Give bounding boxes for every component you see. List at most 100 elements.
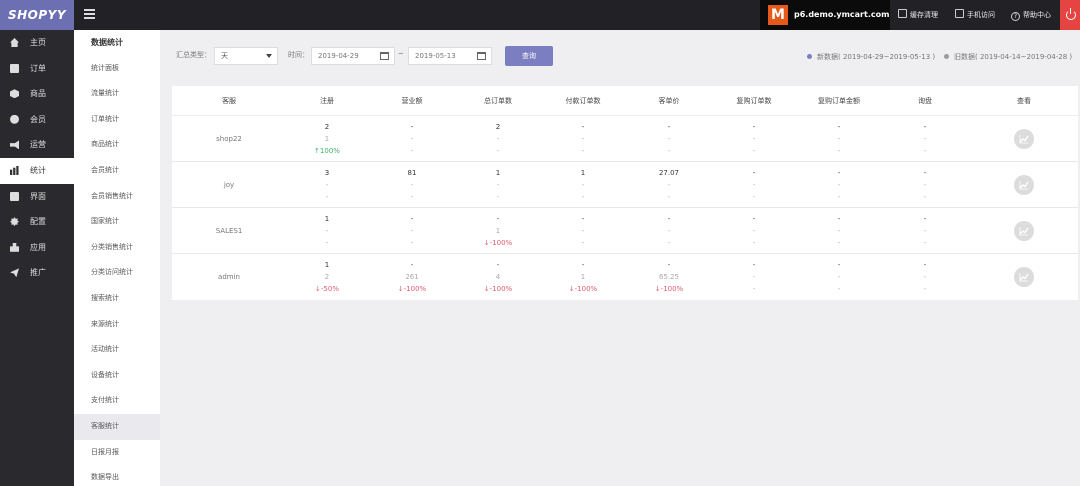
clear-cache-link[interactable]: 缓存清理 [898, 0, 938, 30]
column-header: 客单价 [658, 97, 680, 105]
subnav-item-source[interactable]: 来源统计 [74, 312, 160, 338]
mobile-access-link[interactable]: 手机访问 [955, 0, 995, 30]
shopyy-logo[interactable]: SHOPYY [0, 0, 74, 30]
help-center-link[interactable]: ? 帮助中心 [1011, 0, 1051, 30]
logout-power-icon[interactable] [1060, 0, 1080, 30]
subnav-item-orders[interactable]: 订单统计 [74, 107, 160, 133]
metric-cell: 2 1 ↑100% [297, 121, 357, 157]
old-value: - [667, 135, 671, 143]
end-date-input[interactable]: 2019-05-13 [408, 47, 492, 65]
subnav-item-members[interactable]: 会员统计 [74, 158, 160, 184]
mobile-icon [955, 9, 964, 18]
old-value: - [667, 181, 671, 189]
metric-cell: 1 2 ↓-50% [297, 259, 357, 295]
view-trend-button[interactable] [1014, 221, 1034, 241]
table-row: shop22 2 1 ↑100% - - - 2 - - - - - - - - - - - - - - - - - [172, 116, 1078, 162]
subnav-item-products[interactable]: 商品统计 [74, 132, 160, 158]
metric-cell: - - - [382, 121, 442, 157]
subnav-item-activity[interactable]: 活动统计 [74, 337, 160, 363]
subnav-item-payment[interactable]: 支付统计 [74, 388, 160, 414]
metric-cell: - - - [895, 213, 955, 249]
metric-cell: - - - [809, 213, 869, 249]
metric-cell: - - - [382, 213, 442, 249]
new-value: - [752, 169, 756, 177]
help-icon: ? [1011, 12, 1020, 21]
sidebar-item-interface[interactable]: 界面 [0, 184, 74, 210]
window-icon [10, 191, 19, 201]
start-date-input[interactable]: 2019-04-29 [311, 47, 395, 65]
metric-cell: - - - [809, 259, 869, 295]
change-percent: - [496, 147, 500, 155]
old-value: - [410, 181, 414, 189]
column-header: 复购订单金额 [818, 97, 860, 105]
subnav-item-country[interactable]: 国家统计 [74, 209, 160, 235]
legend-old-data[interactable]: 旧数据( 2019-04-14~2019-04-28 ) [944, 52, 1072, 62]
member-icon [10, 114, 19, 124]
view-trend-button[interactable] [1014, 129, 1034, 149]
subnav-item-member-sales[interactable]: 会员销售统计 [74, 184, 160, 210]
sidebar-item-statistics[interactable]: 统计 [0, 157, 74, 184]
metric-cell: - 261 ↓-100% [382, 259, 442, 295]
new-value: - [923, 169, 927, 177]
agent-name: SALES1 [215, 227, 243, 235]
column-header: 客服 [222, 97, 236, 105]
new-value: 27.07 [658, 169, 680, 177]
summary-type-label: 汇总类型： [176, 51, 211, 59]
old-value: - [496, 181, 500, 189]
new-value: 3 [324, 169, 330, 177]
trash-icon [898, 9, 907, 18]
subnav-item-daily-monthly[interactable]: 日报月报 [74, 440, 160, 466]
sidebar-item-home[interactable]: 主页 [0, 30, 74, 56]
subnav-item-device[interactable]: 设备统计 [74, 363, 160, 389]
sidebar-item-members[interactable]: 会员 [0, 107, 74, 133]
view-trend-button[interactable] [1014, 175, 1034, 195]
old-value: - [837, 181, 841, 189]
legend-new-data[interactable]: 新数据( 2019-04-29~2019-05-13 ) [807, 52, 935, 62]
change-percent: - [837, 239, 841, 247]
subnav-item-export[interactable]: 数据导出 [74, 465, 160, 486]
subnav-item-customer-service[interactable]: 客服统计 [74, 413, 160, 440]
metric-cell: - - - [895, 121, 955, 157]
view-trend-button[interactable] [1014, 267, 1034, 287]
metric-cell: - 1 ↓-100% [553, 259, 613, 295]
old-value: - [581, 227, 585, 235]
menu-toggle-icon[interactable] [84, 9, 95, 20]
subnav-item-search[interactable]: 搜索统计 [74, 286, 160, 312]
order-icon [10, 63, 19, 73]
column-header: 询盘 [918, 97, 932, 105]
change-percent: - [752, 285, 756, 293]
sidebar-item-config[interactable]: 配置 [0, 209, 74, 235]
new-value: - [837, 261, 841, 269]
subnav-item-traffic[interactable]: 流量统计 [74, 81, 160, 107]
change-percent: ↓-100% [568, 285, 598, 293]
new-value: - [667, 123, 671, 131]
query-button[interactable]: 查询 [505, 46, 553, 66]
new-value: - [923, 123, 927, 131]
old-value: - [581, 135, 585, 143]
old-value: - [667, 227, 671, 235]
subnav-item-category-visits[interactable]: 分类访问统计 [74, 260, 160, 286]
secondary-sidebar-title: 数据统计 [91, 38, 123, 47]
new-value: 1 [324, 261, 330, 269]
sidebar-item-promotion[interactable]: 推广 [0, 260, 74, 286]
site-switcher[interactable]: M p6.demo.ymcart.com [760, 0, 890, 30]
metric-cell: - 4 ↓-100% [468, 259, 528, 295]
old-value: - [837, 273, 841, 281]
metric-cell: 2 - - [468, 121, 528, 157]
subnav-item-dashboard[interactable]: 统计面板 [74, 56, 160, 82]
megaphone-icon [10, 140, 19, 150]
secondary-sidebar: 数据统计 统计面板 流量统计 订单统计 商品统计 会员统计 会员销售统计 国家统… [74, 30, 160, 486]
sidebar-item-operations[interactable]: 运营 [0, 132, 74, 158]
apps-icon [10, 242, 19, 252]
old-value: - [837, 227, 841, 235]
old-value: - [837, 135, 841, 143]
sidebar-item-apps[interactable]: 应用 [0, 235, 74, 261]
sidebar-item-products[interactable]: 商品 [0, 81, 74, 107]
change-percent: ↓-100% [483, 239, 513, 247]
subnav-item-category-sales[interactable]: 分类销售统计 [74, 235, 160, 261]
sidebar-item-orders[interactable]: 订单 [0, 56, 74, 82]
old-value: - [752, 227, 756, 235]
old-value: - [752, 273, 756, 281]
change-percent: - [581, 239, 585, 247]
summary-type-select[interactable]: 天 [214, 47, 278, 65]
